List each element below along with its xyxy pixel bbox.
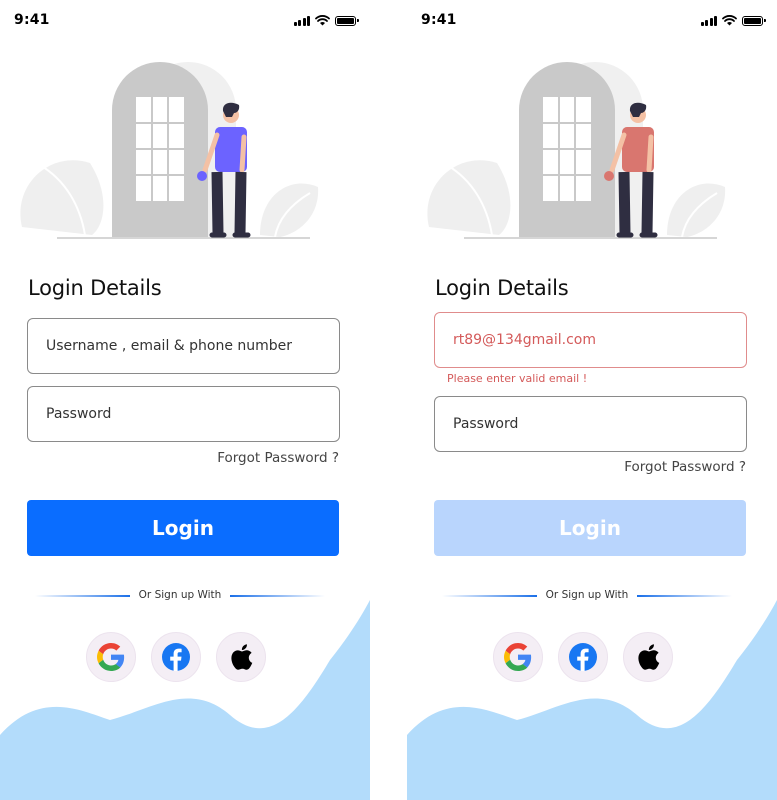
status-time: 9:41 bbox=[421, 12, 457, 28]
username-field-error[interactable]: rt89@134gmail.com bbox=[434, 312, 747, 368]
status-icons bbox=[700, 15, 766, 26]
page-title: Login Details bbox=[28, 276, 162, 300]
status-time: 9:41 bbox=[14, 12, 50, 28]
battery-icon bbox=[335, 15, 359, 26]
username-error-message: Please enter valid email ! bbox=[447, 372, 588, 385]
facebook-icon bbox=[569, 643, 597, 671]
status-bar: 9:41 bbox=[0, 0, 370, 42]
apple-icon bbox=[638, 644, 660, 670]
wifi-icon bbox=[315, 15, 330, 26]
login-button[interactable]: Login bbox=[27, 500, 339, 556]
wifi-icon bbox=[722, 15, 737, 26]
background-wave bbox=[407, 600, 777, 800]
signal-icon bbox=[293, 15, 310, 26]
social-buttons bbox=[86, 632, 266, 682]
login-illustration bbox=[427, 62, 726, 239]
page-title: Login Details bbox=[435, 276, 569, 300]
password-field[interactable]: Password bbox=[27, 386, 340, 442]
forgot-password-link[interactable]: Forgot Password ? bbox=[624, 459, 746, 475]
username-value: rt89@134gmail.com bbox=[453, 332, 597, 348]
login-illustration bbox=[20, 62, 319, 239]
background-wave bbox=[0, 600, 370, 800]
google-icon bbox=[97, 643, 125, 671]
battery-icon bbox=[742, 15, 766, 26]
social-buttons bbox=[493, 632, 673, 682]
google-icon bbox=[504, 643, 532, 671]
forgot-password-link[interactable]: Forgot Password ? bbox=[217, 450, 339, 466]
login-screen-error: 9:41 Login Details rt89@134gmail.com Ple… bbox=[407, 0, 777, 800]
login-screen-default: 9:41 Login Details Username , email & ph… bbox=[0, 0, 370, 800]
google-button[interactable] bbox=[86, 632, 136, 682]
login-button-disabled[interactable]: Login bbox=[434, 500, 746, 556]
apple-button[interactable] bbox=[216, 632, 266, 682]
apple-icon bbox=[231, 644, 253, 670]
username-placeholder: Username , email & phone number bbox=[46, 338, 293, 354]
signal-icon bbox=[700, 15, 717, 26]
username-field[interactable]: Username , email & phone number bbox=[27, 318, 340, 374]
status-icons bbox=[293, 15, 359, 26]
facebook-icon bbox=[162, 643, 190, 671]
status-bar: 9:41 bbox=[407, 0, 777, 42]
password-placeholder: Password bbox=[453, 416, 519, 432]
password-placeholder: Password bbox=[46, 406, 112, 422]
facebook-button[interactable] bbox=[558, 632, 608, 682]
password-field[interactable]: Password bbox=[434, 396, 747, 452]
google-button[interactable] bbox=[493, 632, 543, 682]
apple-button[interactable] bbox=[623, 632, 673, 682]
facebook-button[interactable] bbox=[151, 632, 201, 682]
